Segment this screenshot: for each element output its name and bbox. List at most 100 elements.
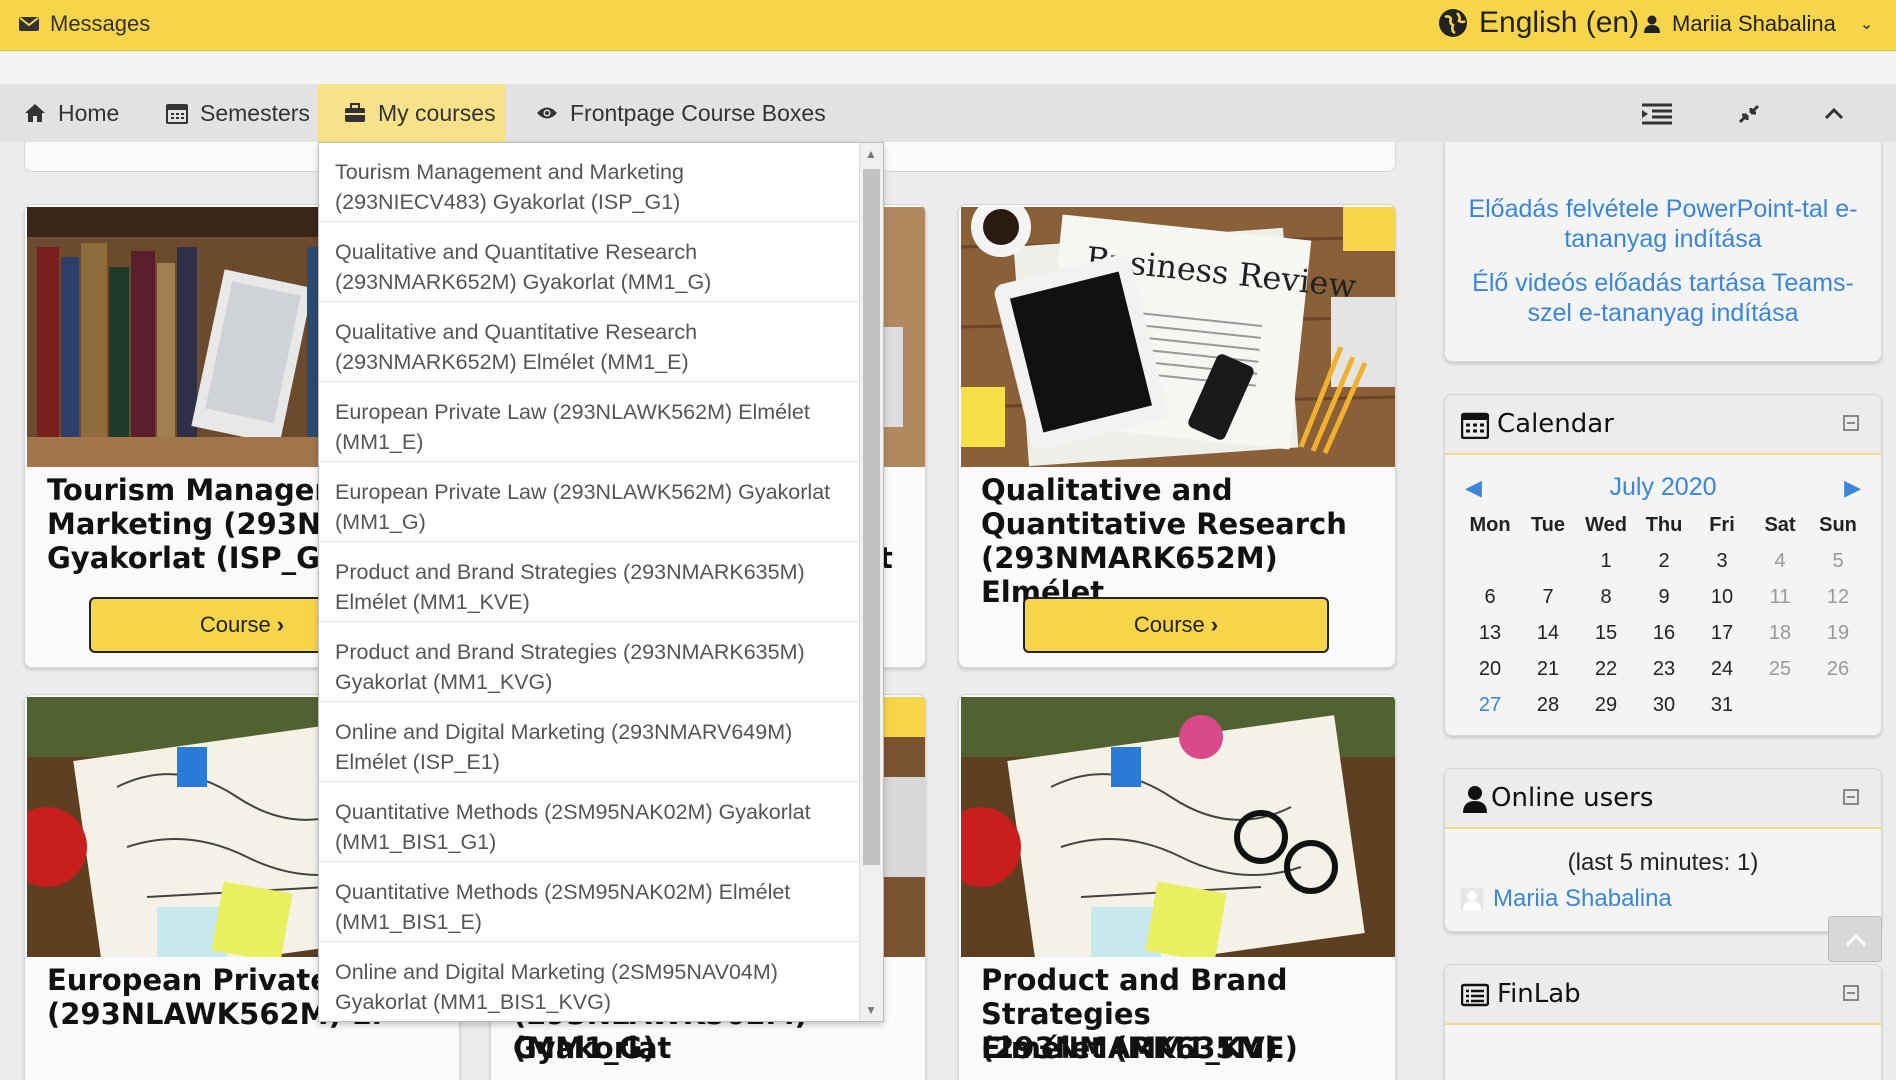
calendar-day-today[interactable]: 27: [1461, 694, 1519, 717]
calendar-days-row: Mon Tue Wed Thu Fri Sat Sun: [1461, 507, 1867, 543]
calendar-week: 6 7 8 9 10 11 12: [1461, 579, 1867, 615]
calendar-day[interactable]: 8: [1577, 586, 1635, 609]
dropdown-course-item[interactable]: European Private Law (293NLAWK562M) Gyak…: [319, 463, 859, 542]
calendar-day[interactable]: 13: [1461, 622, 1519, 645]
dropdown-course-item[interactable]: Quantitative Methods (2SM95NAK02M) Elmél…: [319, 863, 859, 942]
next-month-arrow-icon[interactable]: ▶: [1844, 475, 1861, 501]
calendar-day[interactable]: 16: [1635, 622, 1693, 645]
calendar-day[interactable]: 26: [1809, 658, 1867, 681]
calendar-day[interactable]: 5: [1809, 550, 1867, 573]
user-name: Mariia Shabalina: [1672, 11, 1836, 36]
user-menu[interactable]: Mariia Shabalina ⌄: [1644, 11, 1873, 37]
scroll-up-arrow-icon[interactable]: ▲: [865, 147, 877, 161]
link-powerpoint-line[interactable]: tananyag indítása: [1445, 224, 1881, 254]
calendar-day[interactable]: 9: [1635, 586, 1693, 609]
link-powerpoint-line[interactable]: Előadás felvétele PowerPoint-tal e-: [1445, 194, 1881, 224]
back-to-top-button[interactable]: [1828, 916, 1882, 962]
calendar-day[interactable]: 18: [1751, 622, 1809, 645]
links-block: Előadás felvétele PowerPoint-tal e- tana…: [1444, 142, 1882, 362]
day-header: Mon: [1469, 513, 1511, 536]
indent-icon[interactable]: [1640, 102, 1674, 126]
calendar-icon: [166, 104, 188, 124]
calendar-day[interactable]: 3: [1693, 550, 1751, 573]
calendar-day[interactable]: 24: [1693, 658, 1751, 681]
globe-icon: [1439, 9, 1467, 37]
calendar-day[interactable]: 2: [1635, 550, 1693, 573]
course-item-line: Quantitative Methods (2SM95NAK02M) Elmél…: [335, 880, 791, 904]
calendar-day[interactable]: 19: [1809, 622, 1867, 645]
nav-home[interactable]: Home: [20, 84, 123, 142]
nav-my-courses-label: My courses: [378, 99, 496, 126]
dropdown-course-item[interactable]: Qualitative and Quantitative Research (2…: [319, 303, 859, 382]
nav-frontpage-course-boxes[interactable]: Frontpage Course Boxes: [532, 84, 830, 142]
dropdown-course-item[interactable]: Tourism Management and Marketing (293NIE…: [319, 143, 859, 222]
calendar-day[interactable]: 30: [1635, 694, 1693, 717]
calendar-day[interactable]: 12: [1809, 586, 1867, 609]
calendar-day[interactable]: 6: [1461, 586, 1519, 609]
course-item-line: European Private Law (293NLAWK562M) Gyak…: [335, 480, 831, 504]
course-button[interactable]: Course ›: [1023, 597, 1329, 653]
dropdown-course-item[interactable]: Quantitative Methods (2SM95NAK02M) Gyako…: [319, 783, 859, 862]
home-icon: [25, 104, 45, 122]
calendar-day[interactable]: 11: [1751, 586, 1809, 609]
dropdown-course-item[interactable]: Online and Digital Marketing (293NMARV64…: [319, 703, 859, 782]
course-item-line: Tourism Management and Marketing: [335, 160, 684, 184]
calendar-day[interactable]: 29: [1577, 694, 1635, 717]
calendar-day[interactable]: 31: [1693, 694, 1751, 717]
course-item-line: Quantitative Methods (2SM95NAK02M) Gyako…: [335, 800, 811, 824]
calendar-day[interactable]: 7: [1519, 586, 1577, 609]
dropdown-course-item[interactable]: European Private Law (293NLAWK562M) Elmé…: [319, 383, 859, 462]
messages-label: Messages: [50, 11, 151, 36]
calendar-day[interactable]: 14: [1519, 622, 1577, 645]
dropdown-course-item[interactable]: Product and Brand Strategies (293NMARK63…: [319, 623, 859, 702]
online-users-block: Online users (last 5 minutes: 1) Mariia …: [1444, 768, 1882, 932]
dropdown-course-item[interactable]: Product and Brand Strategies (293NMARK63…: [319, 543, 859, 622]
calendar-day[interactable]: 15: [1577, 622, 1635, 645]
course-item-line: Elmélet (MM1_KVE): [335, 590, 530, 614]
day-header: Sun: [1819, 513, 1857, 536]
messages-link[interactable]: Messages: [18, 11, 150, 37]
collapse-icon[interactable]: [1843, 789, 1859, 805]
calendar-day[interactable]: 23: [1635, 658, 1693, 681]
calendar-week: 20 21 22 23 24 25 26: [1461, 651, 1867, 687]
course-item-line: Qualitative and Quantitative Research: [335, 240, 698, 264]
calendar-day[interactable]: 20: [1461, 658, 1519, 681]
scrollbar-thumb[interactable]: [863, 169, 880, 865]
calendar-day[interactable]: 21: [1519, 658, 1577, 681]
language-menu[interactable]: English (en): [1437, 6, 1639, 40]
scroll-down-arrow-icon[interactable]: ▼: [865, 1003, 877, 1017]
link-teams-line[interactable]: Élő videós előadás tartása Teams-: [1445, 268, 1881, 298]
chevron-up-icon[interactable]: [1817, 102, 1851, 126]
compress-icon[interactable]: [1732, 102, 1766, 126]
dropdown-course-item[interactable]: Qualitative and Quantitative Research (2…: [319, 223, 859, 302]
course-item-line: European Private Law (293NLAWK562M) Elmé…: [335, 400, 810, 424]
nav-semesters[interactable]: Semesters: [162, 84, 314, 142]
calendar-day[interactable]: 4: [1751, 550, 1809, 573]
calendar-day[interactable]: 28: [1519, 694, 1577, 717]
calendar-day[interactable]: 17: [1693, 622, 1751, 645]
calendar-month[interactable]: July 2020: [1445, 473, 1881, 502]
course-item-line: Online and Digital Marketing (293NMARV64…: [335, 720, 793, 744]
link-teams-line[interactable]: szel e-tananyag indítása: [1445, 298, 1881, 328]
chevron-right-icon: ›: [276, 612, 285, 637]
online-user-link[interactable]: Mariia Shabalina: [1493, 885, 1672, 913]
newspaper-image: Business Review: [961, 207, 1395, 467]
calendar-day[interactable]: 25: [1751, 658, 1809, 681]
course-item-line: Gyakorlat (MM1_BIS1_KVG): [335, 990, 612, 1014]
calendar-day[interactable]: 10: [1693, 586, 1751, 609]
dropdown-course-item[interactable]: Online and Digital Marketing (2SM95NAV04…: [319, 943, 859, 1021]
collapse-icon[interactable]: [1843, 415, 1859, 431]
calendar-day[interactable]: 1: [1577, 550, 1635, 573]
day-header: Sat: [1764, 513, 1796, 536]
calendar-day[interactable]: 22: [1577, 658, 1635, 681]
course-item-line: (MM1_E): [335, 430, 424, 454]
top-bar: Messages English (en) Mariia Shabalina ⌄: [0, 0, 1896, 51]
nav-my-courses[interactable]: My courses: [318, 84, 506, 142]
dropdown-scrollbar[interactable]: ▲ ▼: [859, 143, 883, 1021]
course-item-line: Online and Digital Marketing (2SM95NAV04…: [335, 960, 778, 984]
calendar-week: 1 2 3 4 5: [1461, 543, 1867, 579]
finlab-title: FinLab: [1497, 979, 1581, 1009]
collapse-icon[interactable]: [1843, 985, 1859, 1001]
course-item-line: Product and Brand Strategies (293NMARK63…: [335, 560, 805, 584]
nav-home-label: Home: [58, 99, 120, 126]
